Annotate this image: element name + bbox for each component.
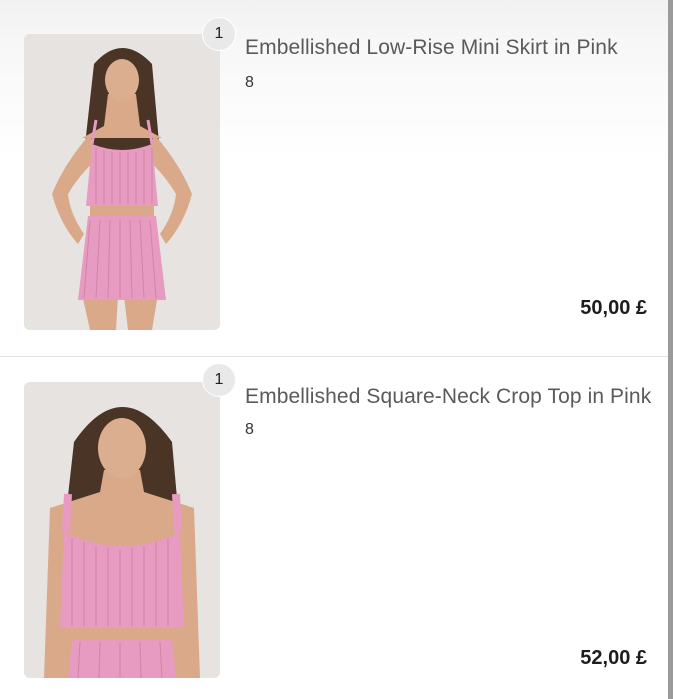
product-title[interactable]: Embellished Low-Rise Mini Skirt in Pink (245, 36, 618, 60)
product-price: 50,00 £ (580, 297, 647, 319)
product-photo-pink-crop-top (24, 382, 220, 678)
product-image[interactable] (24, 34, 220, 330)
product-image[interactable] (24, 382, 220, 678)
product-title[interactable]: Embellished Square-Neck Crop Top in Pink (245, 385, 651, 409)
product-size: 8 (245, 421, 254, 438)
quantity-badge: 1 (202, 363, 236, 397)
cart-item: 1 Embellished Square-Neck Crop Top in Pi… (0, 356, 668, 699)
scrollbar[interactable] (668, 0, 673, 699)
cart-item: 1 Embellished Low-Rise Mini Skirt in Pin… (0, 8, 668, 356)
quantity-badge: 1 (202, 17, 236, 51)
product-photo-pink-skirt-set (24, 34, 220, 330)
product-size: 8 (245, 74, 254, 91)
cart-page: 1 Embellished Low-Rise Mini Skirt in Pin… (0, 0, 673, 699)
product-price: 52,00 £ (580, 647, 647, 669)
